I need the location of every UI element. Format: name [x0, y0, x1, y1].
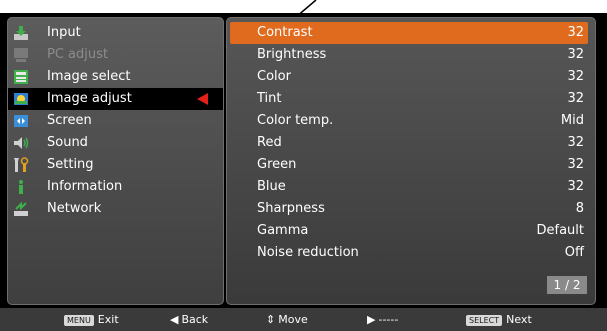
- main-menu-panel: Input PC adjust Image select Image adjus…: [7, 17, 224, 305]
- menu-item-label: Image select: [47, 69, 131, 84]
- next-dash-label: -----: [378, 313, 399, 326]
- menu-item-screen[interactable]: Screen: [8, 110, 223, 132]
- page-indicator: 1 / 2: [547, 276, 587, 294]
- setting-row-blue[interactable]: Blue 32: [230, 176, 588, 198]
- information-icon: [19, 180, 23, 194]
- menu-item-image-select[interactable]: Image select: [8, 66, 223, 88]
- setting-row-green[interactable]: Green 32: [230, 154, 588, 176]
- setting-value: Default: [536, 223, 585, 238]
- menu-item-label: PC adjust: [47, 47, 108, 62]
- right-arrow-icon: ▶: [367, 313, 376, 326]
- image-adjust-panel: Contrast 32 Brightness 32 Color 32 Tint …: [226, 17, 596, 305]
- menu-item-setting[interactable]: Setting: [8, 154, 223, 176]
- exit-label: Exit: [97, 313, 119, 326]
- next-arrow-hint[interactable]: ▶ -----: [367, 308, 398, 331]
- setting-name: Blue: [257, 179, 286, 194]
- setting-name: Sharpness: [257, 201, 325, 216]
- menu-item-label: Network: [47, 201, 102, 216]
- input-icon: [14, 26, 28, 40]
- menu-item-label: Image adjust: [47, 91, 132, 106]
- setting-value: 32: [567, 157, 584, 172]
- setting-value: Off: [564, 245, 584, 260]
- setting-value: 32: [567, 69, 584, 84]
- setting-row-gamma[interactable]: Gamma Default: [230, 220, 588, 242]
- screen-icon: [14, 115, 28, 127]
- select-key-icon: SELECT: [466, 314, 503, 326]
- pointer-line-icon: [295, 0, 317, 18]
- setting-row-noise-reduction[interactable]: Noise reduction Off: [230, 242, 588, 264]
- setting-name: Contrast: [257, 25, 313, 40]
- setting-name: Green: [257, 157, 297, 172]
- image-adjust-icon: [14, 93, 28, 105]
- setting-name: Color: [257, 69, 291, 84]
- menu-item-image-adjust[interactable]: Image adjust: [8, 88, 223, 110]
- setting-value: 32: [567, 25, 584, 40]
- setting-value: 32: [567, 47, 584, 62]
- network-icon: [14, 201, 28, 216]
- menu-item-label: Information: [47, 179, 123, 194]
- menu-item-information[interactable]: Information: [8, 176, 223, 198]
- setting-row-contrast[interactable]: Contrast 32: [230, 22, 588, 44]
- setting-row-color-temp[interactable]: Color temp. Mid: [230, 110, 588, 132]
- setting-row-brightness[interactable]: Brightness 32: [230, 44, 588, 66]
- menu-key-icon: MENU: [64, 314, 94, 326]
- next-hint[interactable]: SELECT Next: [466, 308, 532, 331]
- selection-arrow-icon: [197, 93, 208, 105]
- setting-row-sharpness[interactable]: Sharpness 8: [230, 198, 588, 220]
- setting-value: 8: [575, 201, 584, 216]
- setting-icon: [14, 157, 29, 172]
- next-label: Next: [506, 313, 532, 326]
- menu-item-network[interactable]: Network: [8, 198, 223, 220]
- setting-value: 32: [567, 91, 584, 106]
- menu-item-label: Screen: [47, 113, 92, 128]
- setting-name: Tint: [257, 91, 282, 106]
- back-hint[interactable]: ◀ Back: [170, 308, 208, 331]
- exit-hint[interactable]: MENU Exit: [64, 308, 119, 331]
- setting-value: 32: [567, 135, 584, 150]
- menu-item-label: Input: [47, 25, 81, 40]
- setting-name: Noise reduction: [257, 245, 359, 260]
- move-hint[interactable]: ⇕ Move: [266, 308, 308, 331]
- left-arrow-icon: ◀: [170, 313, 179, 326]
- setting-name: Red: [257, 135, 282, 150]
- menu-item-pc-adjust[interactable]: PC adjust: [8, 44, 223, 66]
- setting-name: Gamma: [257, 223, 309, 238]
- key-guide-bar: MENU Exit ◀ Back ⇕ Move ▶ ----- SELECT Next: [0, 308, 607, 331]
- menu-item-sound[interactable]: Sound: [8, 132, 223, 154]
- setting-name: Color temp.: [257, 113, 334, 128]
- pc-adjust-icon: [14, 48, 28, 62]
- setting-value: Mid: [560, 113, 584, 128]
- sound-icon: [14, 137, 29, 149]
- image-select-icon: [14, 70, 28, 84]
- menu-item-label: Setting: [47, 157, 94, 172]
- up-down-arrow-icon: ⇕: [266, 313, 276, 326]
- setting-value: 32: [567, 179, 584, 194]
- setting-name: Brightness: [257, 47, 327, 62]
- setting-row-color[interactable]: Color 32: [230, 66, 588, 88]
- setting-row-tint[interactable]: Tint 32: [230, 88, 588, 110]
- menu-item-input[interactable]: Input: [8, 22, 223, 44]
- move-label: Move: [278, 313, 308, 326]
- setting-row-red[interactable]: Red 32: [230, 132, 588, 154]
- back-label: Back: [181, 313, 209, 326]
- menu-item-label: Sound: [47, 135, 88, 150]
